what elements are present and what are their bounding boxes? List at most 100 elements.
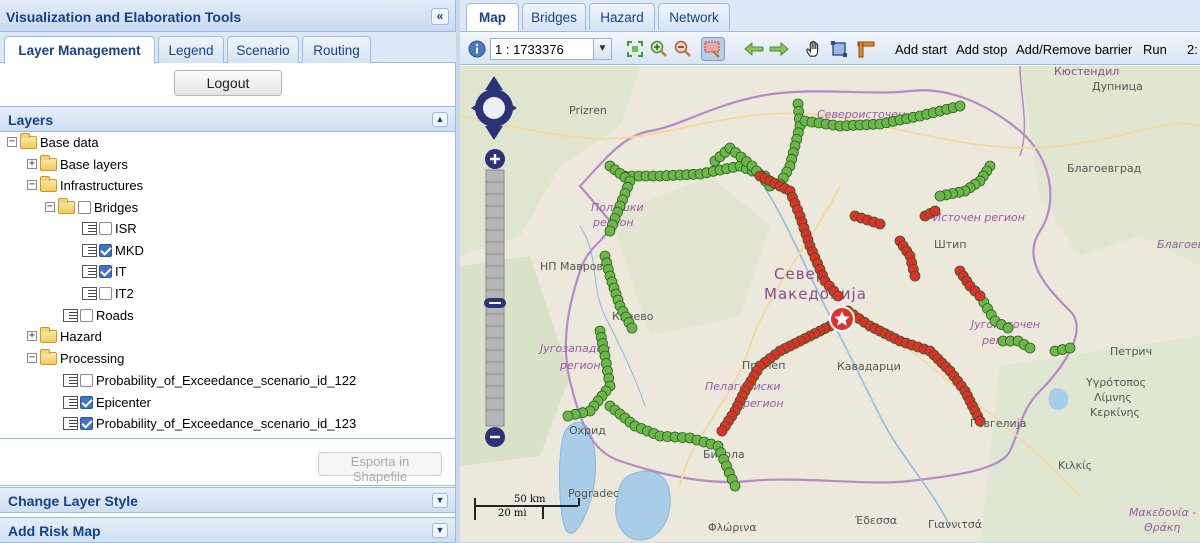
node-label: MKD: [115, 242, 144, 258]
bridge-markers-layer[interactable]: [460, 66, 1200, 542]
map-nav-control: [470, 74, 518, 447]
node-label: Infrastructures: [60, 177, 144, 193]
layer-icon: [82, 243, 97, 257]
poe-123-checkbox[interactable]: [80, 416, 93, 430]
tab-hazard[interactable]: Hazard: [589, 3, 655, 30]
change-style-label: Change Layer Style: [8, 493, 138, 509]
tree-node-base-data[interactable]: − Base data: [7, 132, 99, 152]
poe-122-checkbox[interactable]: [80, 373, 93, 387]
bridge-marker[interactable]: [934, 190, 946, 202]
bridge-marker[interactable]: [874, 218, 886, 230]
tab-layer-management[interactable]: Layer Management: [4, 36, 155, 64]
folder-open-icon: [40, 175, 57, 192]
forward-arrow-icon[interactable]: [768, 40, 790, 58]
layer-icon: [82, 264, 97, 278]
tree-node-infrastructures[interactable]: − Infrastructures: [27, 175, 143, 195]
run-button[interactable]: Run: [1143, 42, 1167, 57]
it2-checkbox[interactable]: [99, 286, 112, 300]
tree-node-epicenter[interactable]: Epicenter: [63, 392, 151, 412]
add-stop-button[interactable]: Add stop: [956, 42, 1007, 57]
tree-node-processing[interactable]: − Processing: [27, 348, 124, 368]
add-remove-barrier-button[interactable]: Add/Remove barrier: [1016, 42, 1132, 57]
back-arrow-icon[interactable]: [743, 40, 765, 58]
bridge-marker[interactable]: [832, 290, 844, 302]
map-panel: Map Bridges Hazard Network 1 : 1733376 ▼: [460, 0, 1200, 542]
bridge-marker[interactable]: [729, 480, 741, 492]
node-label: ISR: [115, 220, 137, 236]
chevron-down-icon[interactable]: ▼: [593, 39, 611, 59]
tree-node-hazard[interactable]: + Hazard: [27, 326, 102, 346]
select-box-icon[interactable]: [830, 40, 848, 58]
add-risk-map-header[interactable]: Add Risk Map ▼: [0, 517, 455, 543]
scalebar-km: 50 km: [514, 494, 546, 505]
expand-style-button[interactable]: ▼: [432, 493, 448, 508]
tree-node-base-layers[interactable]: + Base layers: [27, 154, 128, 174]
tab-map[interactable]: Map: [466, 3, 519, 31]
tab-legend[interactable]: Legend: [158, 36, 224, 63]
expand-risk-button[interactable]: ▼: [432, 523, 448, 538]
collapse-icon[interactable]: −: [45, 202, 55, 212]
expand-icon[interactable]: +: [27, 331, 37, 341]
bridges-checkbox[interactable]: [78, 200, 91, 214]
tree-node-poe-123[interactable]: Probability_of_Exceedance_scenario_id_12…: [63, 413, 356, 433]
collapse-icon[interactable]: −: [7, 137, 17, 147]
node-label: Bridges: [94, 199, 139, 215]
bridge-marker[interactable]: [716, 425, 728, 437]
bridge-marker[interactable]: [1024, 342, 1036, 354]
node-label: Base layers: [60, 156, 128, 172]
info-icon[interactable]: [468, 40, 486, 58]
collapse-icon[interactable]: −: [27, 353, 37, 363]
tree-node-it[interactable]: IT: [82, 261, 127, 281]
bridge-marker[interactable]: [604, 225, 616, 237]
layer-icon: [82, 286, 97, 300]
zoom-in-icon[interactable]: [650, 40, 668, 58]
scale-select[interactable]: 1 : 1733376 ▼: [490, 38, 612, 60]
bridge-marker[interactable]: [562, 410, 574, 422]
epicenter-icon[interactable]: [829, 306, 855, 332]
tab-routing[interactable]: Routing: [302, 36, 371, 63]
tab-scenario[interactable]: Scenario: [227, 36, 299, 63]
tree-node-roads[interactable]: Roads: [63, 305, 134, 325]
bridge-marker[interactable]: [974, 415, 986, 427]
folder-open-icon: [40, 348, 57, 365]
it-checkbox[interactable]: [99, 264, 112, 278]
bridge-marker[interactable]: [954, 100, 966, 112]
tree-node-it2[interactable]: IT2: [82, 283, 134, 303]
measure-icon[interactable]: [856, 40, 876, 58]
tab-bridges[interactable]: Bridges: [522, 3, 586, 30]
layer-panel: Visualization and Elaboration Tools « La…: [0, 0, 456, 543]
collapse-layers-button[interactable]: ▲: [432, 112, 448, 127]
logout-button[interactable]: Logout: [174, 70, 282, 96]
panel-title: Visualization and Elaboration Tools: [6, 9, 242, 25]
tree-node-poe-122[interactable]: Probability_of_Exceedance_scenario_id_12…: [63, 370, 356, 390]
layers-header-label: Layers: [8, 112, 54, 128]
tree-node-isr[interactable]: ISR: [82, 218, 137, 238]
epicenter-checkbox[interactable]: [80, 395, 93, 409]
change-layer-style-header[interactable]: Change Layer Style ▼: [0, 487, 455, 513]
zoom-out-icon[interactable]: [674, 40, 692, 58]
bridge-marker[interactable]: [1064, 342, 1076, 354]
collapse-panel-button[interactable]: «: [431, 8, 449, 25]
map-canvas[interactable]: Кюстендил Дупница Prizren Североисточен …: [460, 66, 1200, 542]
export-shapefile-button[interactable]: Esporta in Shapefile: [318, 452, 442, 484]
pan-control-icon[interactable]: [470, 74, 518, 144]
expand-icon[interactable]: +: [27, 159, 37, 169]
bridge-marker[interactable]: [626, 322, 638, 334]
mkd-checkbox[interactable]: [99, 243, 112, 257]
tree-node-mkd[interactable]: MKD: [82, 240, 144, 260]
zoom-slider[interactable]: [484, 148, 506, 448]
roads-checkbox[interactable]: [80, 308, 93, 322]
bridge-marker[interactable]: [974, 290, 986, 302]
zoom-extent-icon[interactable]: [626, 40, 644, 58]
collapse-icon[interactable]: −: [27, 180, 37, 190]
bridge-marker[interactable]: [909, 270, 921, 282]
isr-checkbox[interactable]: [99, 221, 112, 235]
pan-hand-icon[interactable]: [804, 40, 824, 58]
bridge-marker[interactable]: [1002, 322, 1014, 334]
bridge-marker[interactable]: [929, 205, 941, 217]
tree-node-bridges[interactable]: − Bridges: [45, 197, 138, 217]
node-label: Hazard: [60, 328, 102, 344]
zoom-box-icon[interactable]: [701, 37, 725, 61]
tab-network[interactable]: Network: [658, 3, 730, 30]
add-start-button[interactable]: Add start: [895, 42, 947, 57]
